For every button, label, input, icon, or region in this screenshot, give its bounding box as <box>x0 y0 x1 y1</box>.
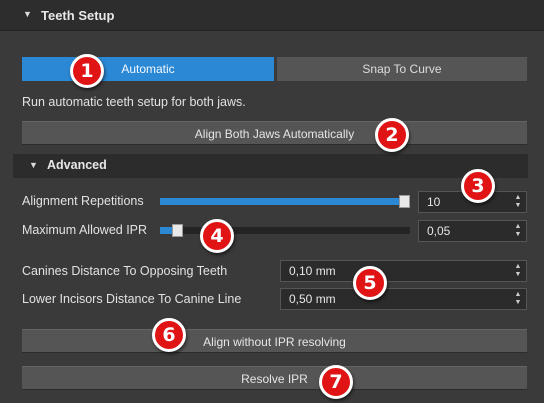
alignment-repetitions-value: 10 <box>427 195 441 209</box>
spin-arrows-icon[interactable]: ▲ ▼ <box>514 194 522 210</box>
max-ipr-slider[interactable] <box>160 224 410 237</box>
annotation-marker-5: 5 <box>353 266 387 300</box>
annotation-marker-2: 2 <box>375 118 409 152</box>
automatic-mode-button[interactable]: Automatic <box>22 57 274 81</box>
collapse-triangle-icon: ▼ <box>23 9 32 19</box>
annotation-marker-4: 4 <box>200 219 234 253</box>
slider-fill <box>160 198 405 205</box>
collapse-triangle-icon: ▼ <box>29 160 38 170</box>
canines-distance-label: Canines Distance To Opposing Teeth <box>22 264 228 278</box>
lower-incisors-distance-spinbox[interactable]: 0,50 mm ▲ ▼ <box>280 288 527 310</box>
canines-distance-value: 0,10 mm <box>289 264 336 278</box>
panel-header-teeth-setup[interactable]: ▼ Teeth Setup <box>0 0 544 31</box>
canines-distance-spinbox[interactable]: 0,10 mm ▲ ▼ <box>280 260 527 282</box>
align-without-ipr-button[interactable]: Align without IPR resolving <box>22 329 527 353</box>
panel-title: Teeth Setup <box>41 8 115 23</box>
annotation-marker-3: 3 <box>461 169 495 203</box>
slider-thumb[interactable] <box>172 224 183 237</box>
annotation-marker-1: 1 <box>70 54 104 88</box>
max-ipr-label: Maximum Allowed IPR <box>22 223 148 237</box>
resolve-ipr-button[interactable]: Resolve IPR <box>22 366 527 390</box>
advanced-title: Advanced <box>47 158 107 172</box>
slider-thumb[interactable] <box>399 195 410 208</box>
max-ipr-value: 0,05 <box>427 224 451 238</box>
lower-incisors-distance-value: 0,50 mm <box>289 292 336 306</box>
align-both-jaws-button[interactable]: Align Both Jaws Automatically <box>22 121 527 145</box>
advanced-section-header[interactable]: ▼ Advanced <box>13 154 528 178</box>
max-ipr-spinbox[interactable]: 0,05 ▲ ▼ <box>418 220 527 242</box>
description-text: Run automatic teeth setup for both jaws. <box>22 95 246 109</box>
lower-incisors-distance-label: Lower Incisors Distance To Canine Line <box>22 292 242 306</box>
annotation-marker-6: 6 <box>152 318 186 352</box>
alignment-repetitions-slider[interactable] <box>160 195 410 208</box>
alignment-repetitions-label: Alignment Repetitions <box>22 194 144 208</box>
spin-arrows-icon[interactable]: ▲ ▼ <box>514 263 522 279</box>
spin-arrows-icon[interactable]: ▲ ▼ <box>514 291 522 307</box>
snap-to-curve-mode-button[interactable]: Snap To Curve <box>277 57 527 81</box>
spin-arrows-icon[interactable]: ▲ ▼ <box>514 223 522 239</box>
annotation-marker-7: 7 <box>319 365 353 399</box>
